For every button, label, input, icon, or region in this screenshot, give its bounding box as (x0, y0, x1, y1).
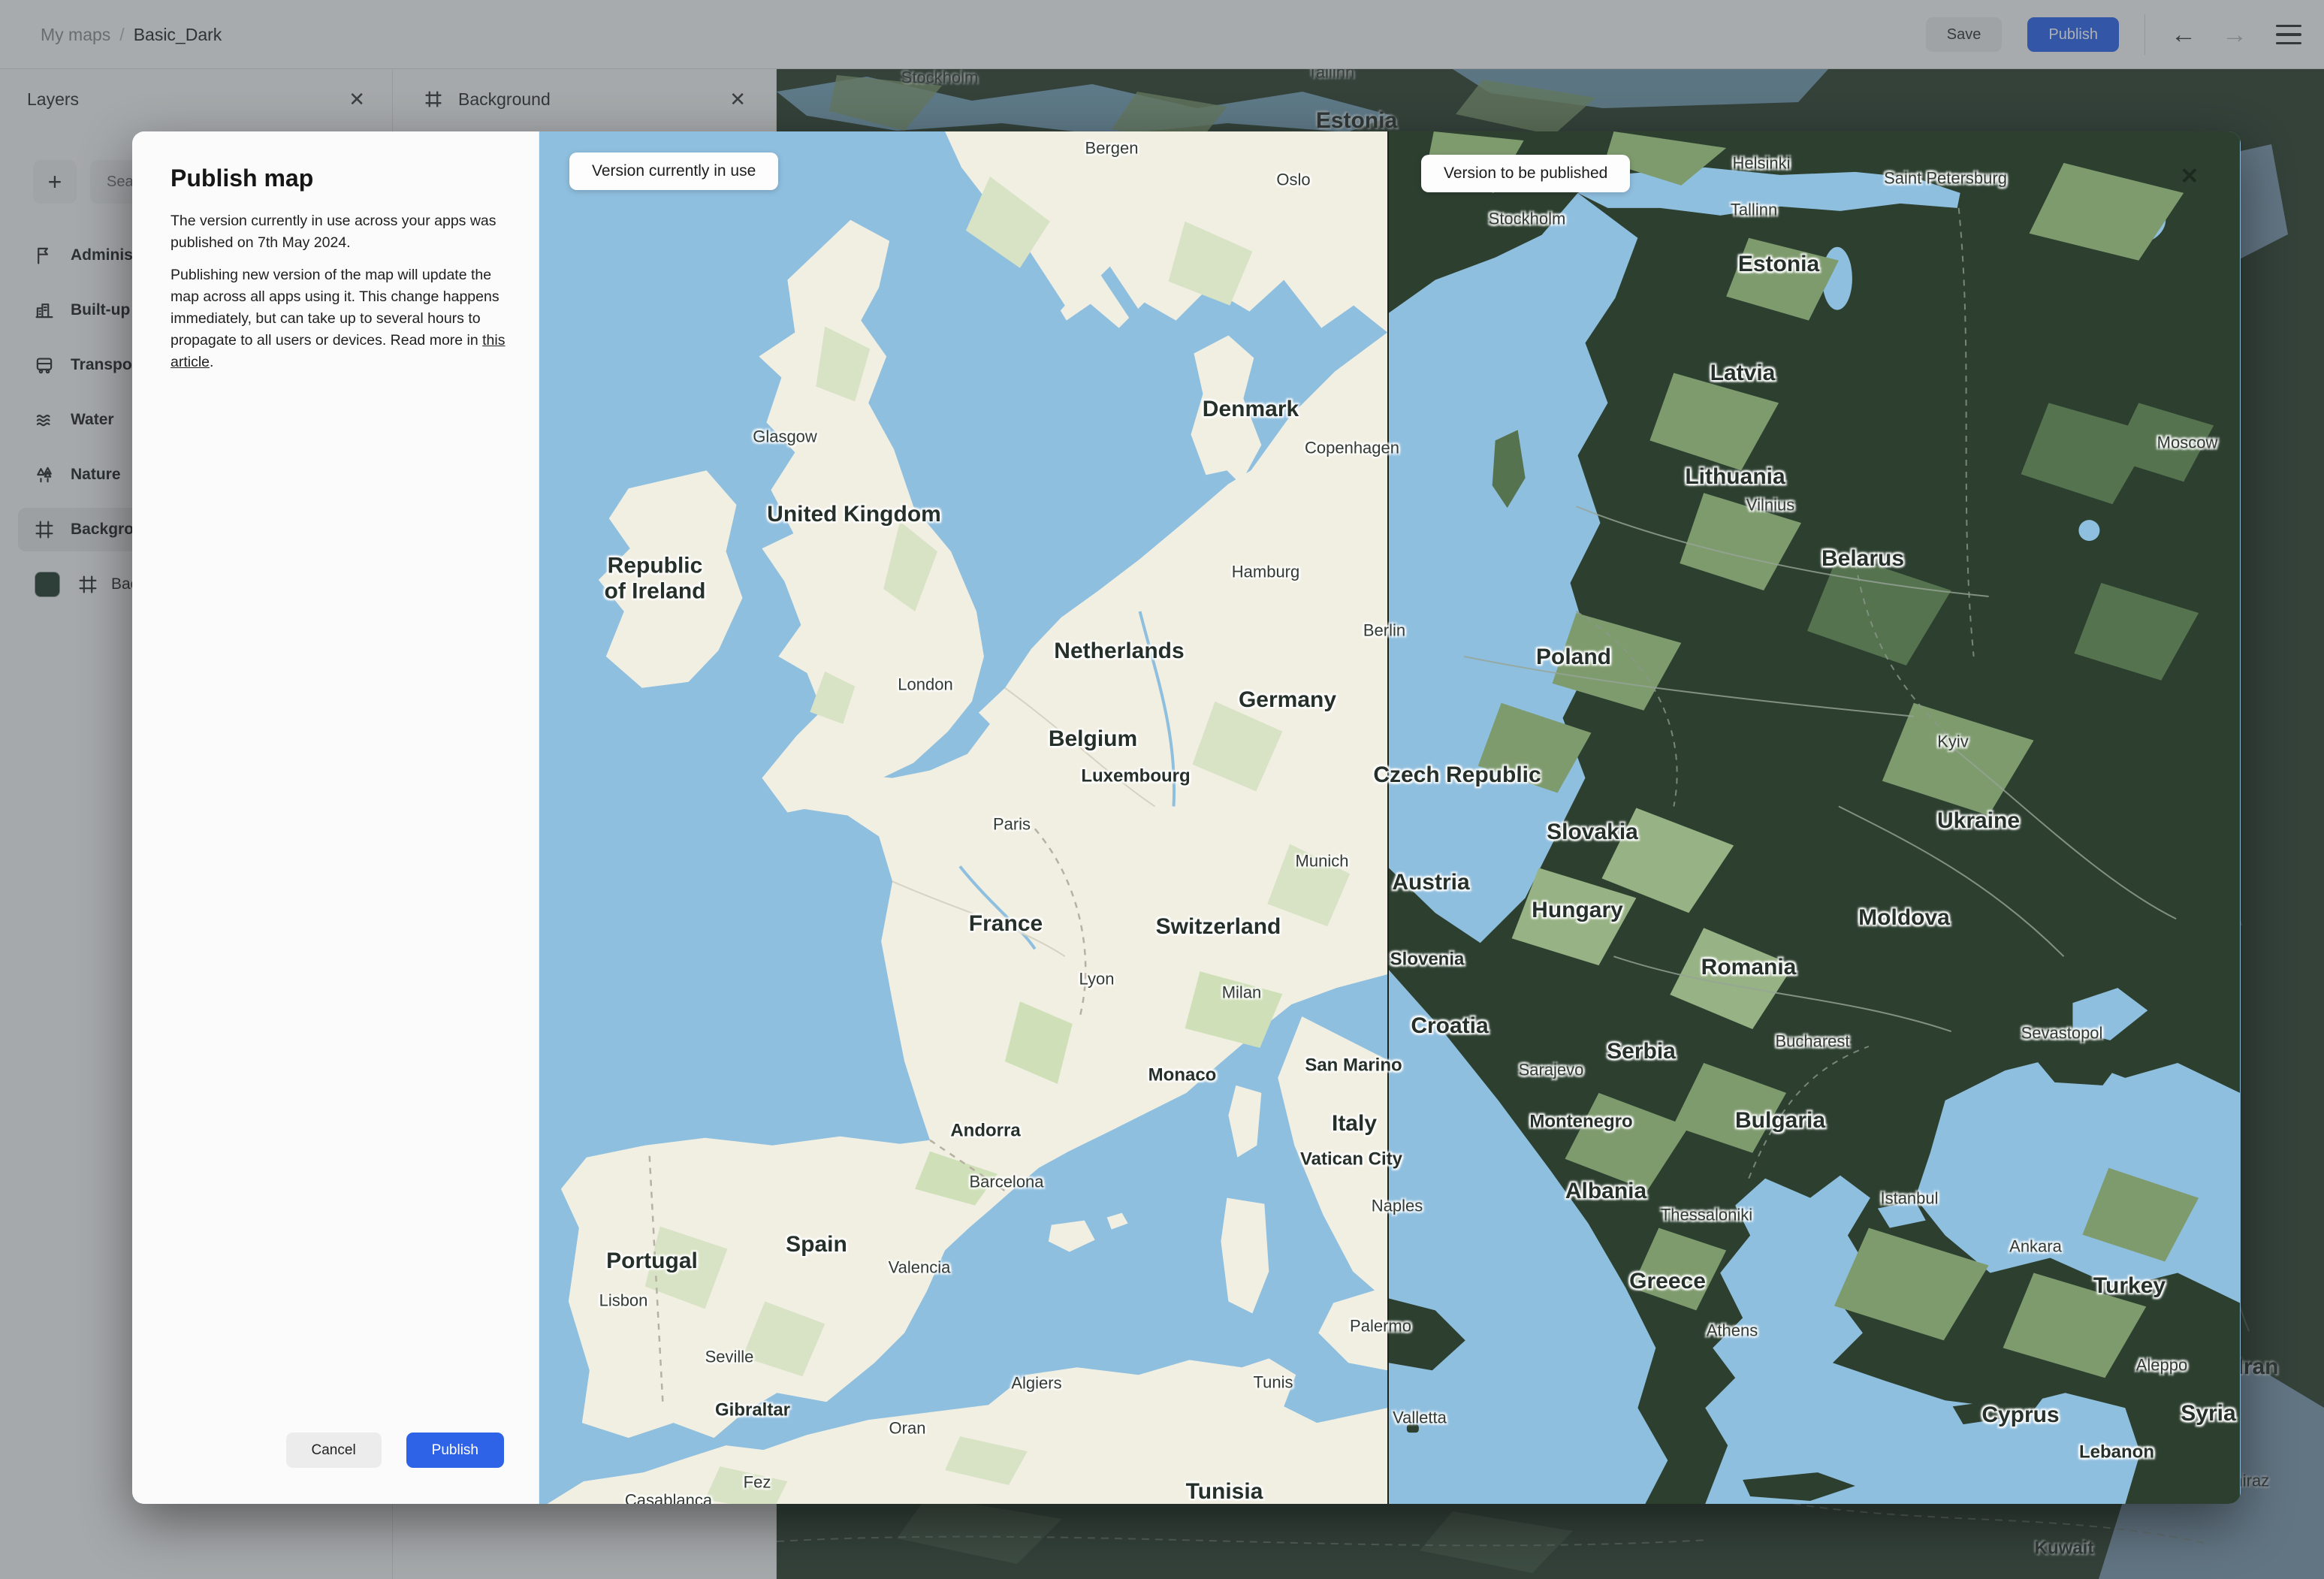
dialog-title: Publish map (171, 165, 314, 192)
dialog-publish-button[interactable]: Publish (406, 1433, 504, 1468)
map-current-version[interactable] (539, 131, 1388, 1504)
publish-modal: Version currently in use Version to be p… (132, 131, 2241, 1504)
compare-split-divider[interactable] (1387, 131, 1389, 1504)
map-x-marker-icon: ✕ (2180, 164, 2199, 189)
current-version-badge: Version currently in use (569, 152, 779, 190)
publish-dialog: Publish map The version currently in use… (132, 131, 539, 1504)
dialog-paragraph-1: The version currently in use across your… (171, 213, 496, 251)
app-window: My maps / Basic_Dark Save Publish ← → La… (0, 0, 2324, 1579)
dialog-paragraph-2: Publishing new version of the map will u… (171, 267, 506, 370)
new-version-badge: Version to be published (1421, 155, 1631, 192)
cancel-button[interactable]: Cancel (285, 1433, 382, 1468)
map-new-version[interactable] (1388, 131, 2241, 1504)
